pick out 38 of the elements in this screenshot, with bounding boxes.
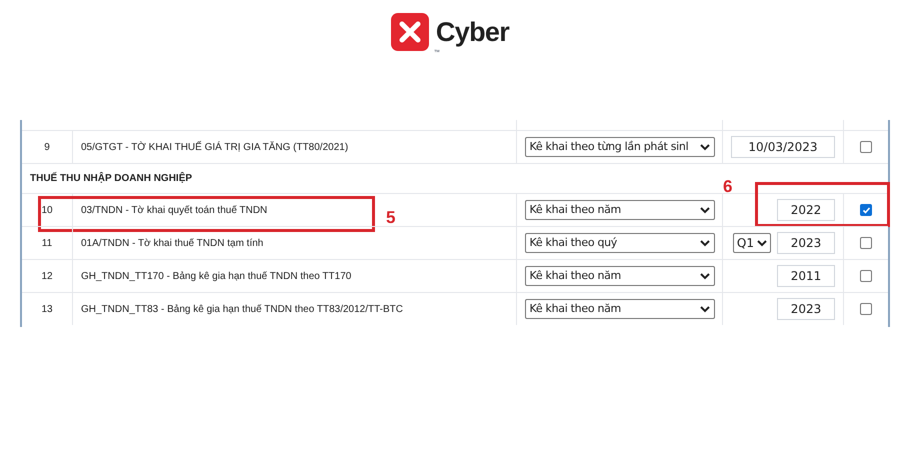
row-number: 10 — [41, 204, 53, 218]
row-number: 12 — [41, 270, 53, 284]
filing-mode-dropdown[interactable]: Kê khai theo năm — [524, 299, 714, 319]
chevron-icon — [757, 240, 767, 246]
period-field[interactable]: 10/03/2023 — [731, 136, 835, 158]
checkbox[interactable] — [860, 303, 872, 315]
period-field[interactable]: 2023 — [777, 232, 835, 254]
form-name: 03/TNDN - Tờ khai quyết toán thuế TNDN — [81, 204, 268, 218]
chevron-icon — [700, 144, 710, 150]
chevron-icon — [700, 240, 710, 246]
callout-number: 5 — [386, 207, 396, 229]
row-number: 11 — [42, 236, 52, 250]
row-number: 9 — [44, 140, 50, 154]
filing-mode-dropdown[interactable]: Kê khai theo từng lần phát sinl — [524, 137, 714, 157]
chevron-icon — [700, 306, 710, 312]
row-number: 13 — [41, 302, 53, 316]
quarter-dropdown[interactable]: Q1 — [732, 233, 771, 253]
form-name: 05/GTGT - TỜ KHAI THUẾ GIÁ TRỊ GIA TĂNG (TT80/2021) — [81, 140, 348, 154]
period-field[interactable]: 2022 — [777, 199, 835, 221]
chevron-icon — [700, 206, 710, 214]
callout-number: 6 — [723, 176, 732, 198]
chevron-icon — [700, 272, 710, 280]
checkbox[interactable] — [860, 237, 872, 249]
logo-icon — [390, 13, 429, 51]
form-name: GH_TNDN_TT83 - Bảng kê gia hạn thuế TNDN theo TT83/2012/TT-BTC — [81, 302, 403, 316]
form-name: GH_TNDN_TT170 - Bảng kê gia hạn thuế TNDN theo TT170 — [81, 270, 352, 284]
checkbox[interactable] — [860, 270, 872, 282]
filing-mode-dropdown[interactable]: Kê khai theo quý — [524, 233, 714, 253]
filing-mode-dropdown[interactable]: Kê khai theo năm — [524, 266, 714, 286]
check-icon — [862, 206, 870, 214]
filing-mode-dropdown[interactable]: Kê khai theo năm — [524, 200, 714, 220]
section-heading: THUẾ THU NHẬP DOANH NGHIỆP — [30, 171, 192, 186]
checkbox[interactable] — [860, 141, 872, 153]
brand-name: Cyber — [436, 16, 510, 47]
checkbox[interactable] — [860, 204, 872, 216]
period-field[interactable]: 2023 — [777, 298, 835, 320]
period-field[interactable]: 2011 — [777, 265, 835, 287]
form-name: 01A/TNDN - Tờ khai thuế TNDN tạm tính — [81, 236, 264, 250]
